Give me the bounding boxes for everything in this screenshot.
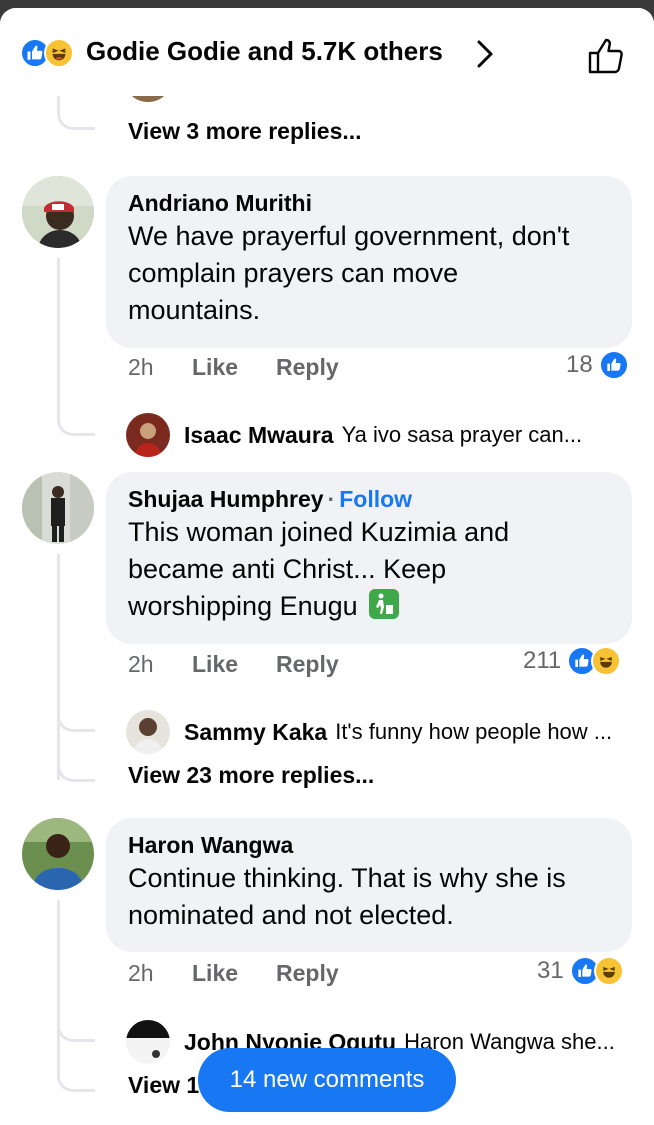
comment-text-line-with-emoji: worshipping Enugu bbox=[128, 588, 610, 625]
thread-line bbox=[57, 258, 60, 408]
thread-line bbox=[57, 900, 60, 1080]
avatar[interactable] bbox=[22, 176, 94, 248]
reply-text: Ya ivo sasa prayer can... bbox=[341, 422, 583, 447]
comment-timestamp[interactable]: 2h bbox=[128, 960, 192, 987]
comment-text-line: Continue thinking. That is why she is bbox=[128, 863, 566, 893]
thread-connector bbox=[57, 102, 95, 130]
comment-bubble[interactable]: Haron Wangwa Continue thinking. That is … bbox=[106, 818, 632, 952]
latest-reply[interactable]: Isaac Mwaura Ya ivo sasa prayer can... bbox=[126, 413, 626, 457]
reaction-count-number: 211 bbox=[523, 647, 562, 674]
reply-author[interactable]: Sammy Kaka bbox=[184, 719, 327, 746]
comment-timestamp[interactable]: 2h bbox=[128, 354, 192, 381]
comment-text-line: We have prayerful government, don't bbox=[128, 221, 570, 251]
reaction-count-number: 31 bbox=[537, 957, 564, 984]
avatar[interactable] bbox=[126, 1020, 170, 1064]
thread-connector bbox=[57, 704, 95, 732]
like-button[interactable]: Like bbox=[192, 651, 276, 678]
comment-actions: 2h Like Reply bbox=[128, 960, 339, 987]
haha-icon bbox=[44, 38, 74, 68]
new-comments-button[interactable]: 14 new comments bbox=[198, 1048, 456, 1112]
like-button[interactable]: Like bbox=[192, 960, 276, 987]
reaction-icons bbox=[20, 38, 74, 68]
comment-actions: 2h Like Reply bbox=[128, 354, 339, 381]
comment-text-line: worshipping Enugu bbox=[128, 591, 358, 621]
comment-author-row: Shujaa Humphrey · Follow bbox=[128, 486, 413, 512]
comment-text-line: complain prayers can move bbox=[128, 258, 459, 288]
thread-connector bbox=[57, 754, 95, 782]
avatar[interactable] bbox=[22, 472, 94, 544]
comment-timestamp[interactable]: 2h bbox=[128, 651, 192, 678]
haha-icon bbox=[593, 956, 624, 986]
thread-connector bbox=[57, 1014, 95, 1042]
litter-emoji-icon bbox=[369, 589, 400, 619]
avatar[interactable] bbox=[126, 710, 170, 754]
comment-text-line: This woman joined Kuzimia and bbox=[128, 517, 510, 547]
reaction-count[interactable]: 31 bbox=[537, 956, 624, 986]
thumbs-up-outline-icon[interactable] bbox=[586, 36, 626, 81]
reaction-count-number: 18 bbox=[566, 351, 593, 378]
thread-connector bbox=[57, 1064, 95, 1092]
comment-text-line: became anti Christ... Keep bbox=[128, 554, 447, 584]
comment-author[interactable]: Haron Wangwa bbox=[128, 830, 610, 860]
like-icon bbox=[598, 350, 629, 380]
reaction-count[interactable]: 211 bbox=[523, 646, 622, 676]
like-button[interactable]: Like bbox=[192, 354, 276, 381]
comment-actions: 2h Like Reply bbox=[128, 651, 339, 678]
reply-text: It's funny how people how ... bbox=[335, 719, 613, 744]
thread-connector bbox=[57, 408, 95, 436]
view-more-replies[interactable]: View 1 bbox=[128, 1072, 199, 1099]
reactions-header[interactable]: Godie Godie and 5.7K others bbox=[0, 8, 654, 96]
view-more-replies[interactable]: View 3 more replies... bbox=[128, 118, 362, 145]
reply-button[interactable]: Reply bbox=[276, 651, 339, 678]
reply-button[interactable]: Reply bbox=[276, 960, 339, 987]
follow-button[interactable]: Follow bbox=[339, 486, 412, 512]
comments-sheet: Godie Godie and 5.7K others View 3 more … bbox=[0, 8, 654, 1125]
comment-author[interactable]: Shujaa Humphrey bbox=[128, 486, 324, 512]
thread-line bbox=[57, 554, 60, 780]
haha-icon bbox=[591, 646, 622, 676]
reply-button[interactable]: Reply bbox=[276, 354, 339, 381]
comment-bubble[interactable]: Andriano Murithi We have prayerful gover… bbox=[106, 176, 632, 348]
reaction-count[interactable]: 18 bbox=[566, 350, 629, 380]
comment-bubble[interactable]: Shujaa Humphrey · Follow This woman joined… bbox=[106, 472, 632, 644]
comment-text-line: mountains. bbox=[128, 295, 261, 325]
avatar[interactable] bbox=[22, 818, 94, 890]
chevron-right-icon[interactable] bbox=[474, 38, 496, 75]
avatar[interactable] bbox=[126, 413, 170, 457]
view-more-replies[interactable]: View 23 more replies... bbox=[128, 762, 374, 789]
reactions-summary[interactable]: Godie Godie and 5.7K others bbox=[86, 36, 443, 67]
reply-author[interactable]: Isaac Mwaura bbox=[184, 422, 334, 449]
comment-author[interactable]: Andriano Murithi bbox=[128, 188, 610, 218]
latest-reply[interactable]: Sammy Kaka It's funny how people how ... bbox=[126, 710, 632, 754]
comment-text-line: nominated and not elected. bbox=[128, 900, 454, 930]
